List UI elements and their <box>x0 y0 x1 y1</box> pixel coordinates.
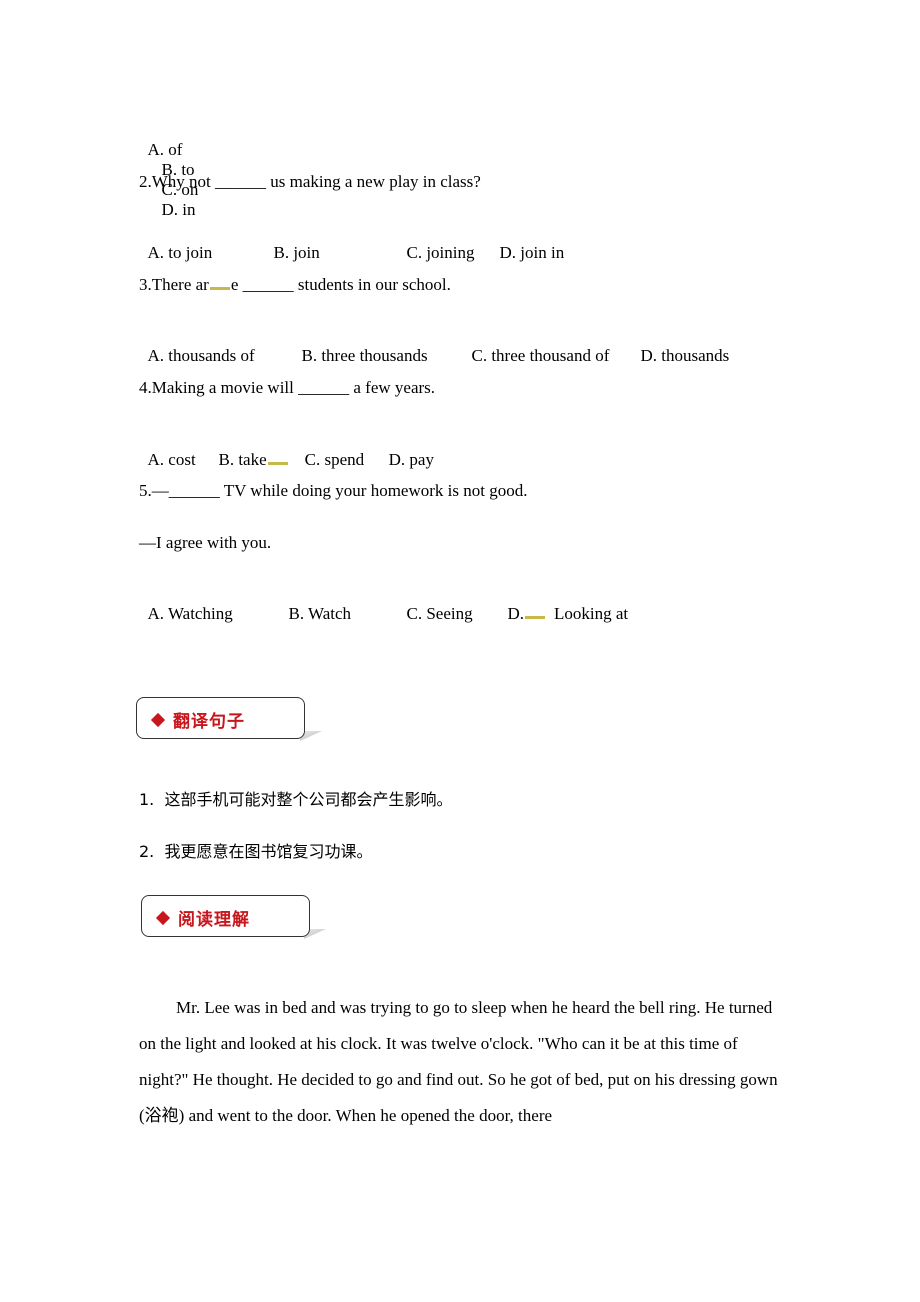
section-title: 阅读理解 <box>178 910 250 930</box>
q3-option-d: D. thousands <box>640 346 730 365</box>
translate-item-1: 1. 这部手机可能对整个公司都会产生影响。 <box>139 790 453 809</box>
q3-options: A. thousands of B. three thousands C. thre… <box>139 326 730 366</box>
q4-options: A. cost B. take C. spend D. pay <box>139 430 434 470</box>
q3-option-b: B. three thousands <box>301 346 428 365</box>
q1-options: A. of B. to C. on D. in <box>139 120 199 220</box>
q5-options: A. Watching B. Watch C. Seeing D. Looking at <box>139 584 629 624</box>
section-title: 翻译句子 <box>173 712 245 732</box>
q5-option-d-label: D. <box>507 604 525 623</box>
q3-stem-part2: e ______ students in our school. <box>230 275 451 294</box>
q3-stem: 3.There ar e ______ students in our schoo… <box>139 275 451 295</box>
q1-option-a: A. of <box>147 140 183 159</box>
q4-stem: 4.Making a movie will ______ a few years… <box>139 378 436 397</box>
q3-stem-part1: 3.There ar <box>139 275 209 294</box>
q4-option-b: B. take <box>218 450 267 469</box>
q4-option-d: D. pay <box>388 450 434 469</box>
revision-mark <box>267 462 288 465</box>
q2-option-a: A. to join <box>147 243 213 262</box>
section-header-translate: 翻译句子 <box>136 697 305 739</box>
translate-item-2: 2. 我更愿意在图书馆复习功课。 <box>139 842 373 861</box>
diamond-icon <box>155 910 171 925</box>
q5-option-b: B. Watch <box>288 604 352 623</box>
q1-option-d: D. in <box>161 200 196 219</box>
reading-passage: Mr. Lee was in bed and was trying to go … <box>139 998 778 1125</box>
revision-mark <box>525 616 546 619</box>
q5-reply: —I agree with you. <box>139 533 272 552</box>
q2-option-b: B. join <box>273 243 320 262</box>
section-header-reading: 阅读理解 <box>141 895 310 937</box>
q3-option-a: A. thousands of <box>147 346 255 365</box>
q5-option-a: A. Watching <box>147 604 233 623</box>
q3-option-c: C. three thousand of <box>471 346 610 365</box>
q5-stem: 5.—______ TV while doing your homework i… <box>139 481 528 500</box>
q2-options: A. to join B. join C. joining D. join in <box>139 223 565 263</box>
diamond-icon <box>150 712 166 727</box>
q4-option-a: A. cost <box>147 450 196 469</box>
revision-mark <box>209 287 230 290</box>
q2-stem: 2.Why not ______ us making a new play in… <box>139 172 481 191</box>
q2-option-d: D. join in <box>499 243 565 262</box>
q4-option-c: C. spend <box>304 450 365 469</box>
q5-option-c: C. Seeing <box>406 604 473 623</box>
q2-option-c: C. joining <box>406 243 475 262</box>
q5-option-d-text: Looking at <box>554 604 629 623</box>
